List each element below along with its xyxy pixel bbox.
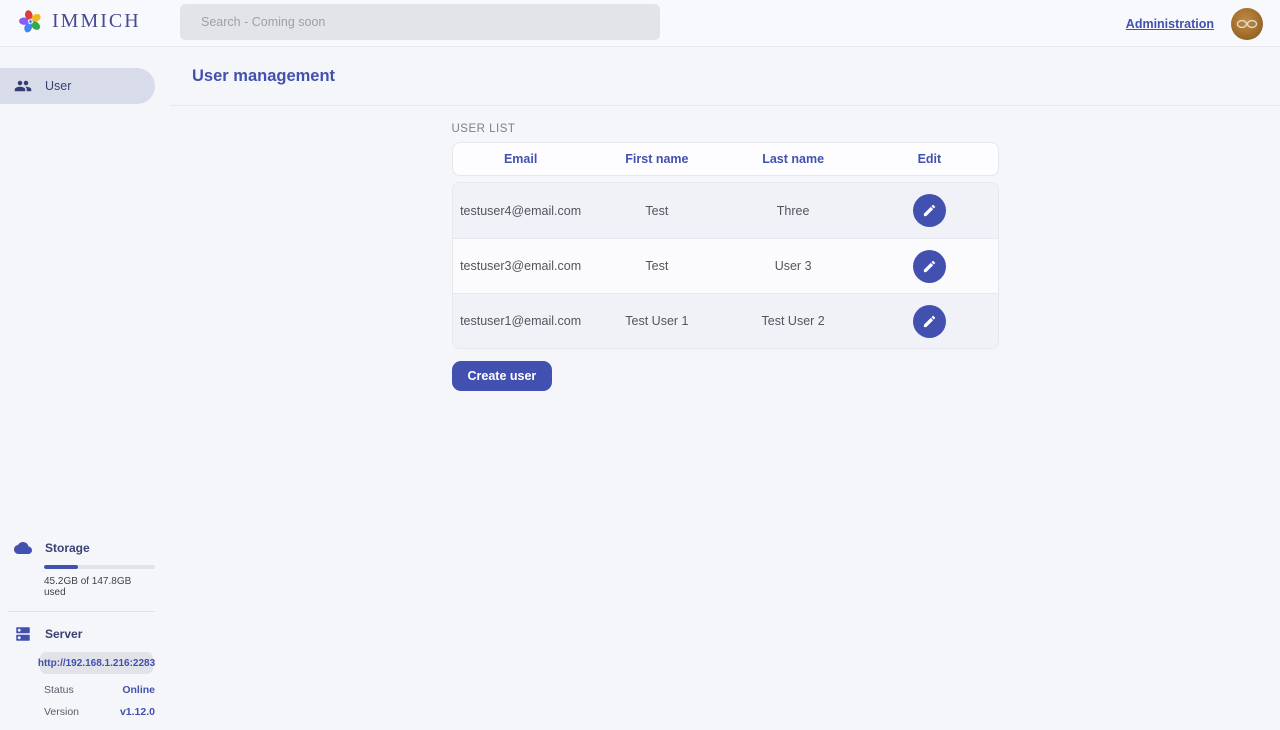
column-header-edit: Edit: [918, 152, 942, 166]
avatar[interactable]: [1231, 8, 1263, 40]
cell-first-name: Test: [645, 259, 668, 273]
column-header-last-name: Last name: [762, 152, 824, 166]
header-right: Administration: [1126, 0, 1263, 47]
storage-progress-bar: [44, 565, 155, 569]
user-table-body: testuser4@email.com Test Three testuser3@em…: [452, 182, 999, 349]
cell-email: testuser4@email.com: [460, 204, 581, 218]
storage-usage-text: 45.2GB of 147.8GB used: [44, 576, 155, 598]
search-input[interactable]: [180, 4, 660, 40]
cell-email: testuser3@email.com: [460, 259, 581, 273]
sidebar-status-panel: Storage 45.2GB of 147.8GB used Server ht…: [0, 539, 155, 718]
logo: IMMICH: [17, 8, 141, 35]
pencil-icon: [922, 203, 937, 218]
version-value: v1.12.0: [120, 706, 155, 718]
create-user-button[interactable]: Create user: [452, 361, 553, 391]
cell-email: testuser1@email.com: [460, 314, 581, 328]
table-row: testuser1@email.com Test User 1 Test User …: [453, 293, 998, 348]
cell-first-name: Test User 1: [625, 314, 688, 328]
administration-link[interactable]: Administration: [1126, 17, 1214, 31]
edit-user-button[interactable]: [913, 250, 946, 283]
cell-edit: [913, 194, 946, 227]
server-status-row: Status Online: [44, 684, 155, 696]
server-icon: [14, 625, 32, 643]
pencil-icon: [922, 314, 937, 329]
storage-section-header: Storage: [14, 539, 155, 557]
sidebar-item-user-label: User: [45, 79, 71, 93]
page-title: User management: [192, 67, 335, 86]
cell-first-name: Test: [645, 204, 668, 218]
version-label: Version: [44, 706, 79, 718]
app-header: IMMICH Administration: [0, 0, 1280, 47]
column-header-first-name: First name: [625, 152, 688, 166]
status-value: Online: [122, 684, 155, 696]
main-content: User management USER LIST Email First nam…: [170, 47, 1280, 730]
server-version-row: Version v1.12.0: [44, 706, 155, 718]
storage-progress-fill: [44, 565, 78, 569]
glasses-icon: [1235, 18, 1259, 30]
cell-last-name: Test User 2: [762, 314, 825, 328]
table-row: testuser4@email.com Test Three: [453, 183, 998, 238]
storage-title: Storage: [45, 541, 90, 555]
sidebar: User Storage 45.2GB of 147.8GB used Serv…: [0, 47, 170, 730]
sidebar-item-user[interactable]: User: [0, 68, 155, 104]
server-title: Server: [45, 627, 82, 641]
cell-edit: [913, 250, 946, 283]
cell-last-name: User 3: [775, 259, 812, 273]
edit-user-button[interactable]: [913, 305, 946, 338]
logo-wordmark: IMMICH: [52, 10, 141, 33]
immich-flower-icon: [17, 8, 44, 35]
table-row: testuser3@email.com Test User 3: [453, 238, 998, 293]
column-header-email: Email: [504, 152, 537, 166]
server-section-header: Server: [14, 625, 155, 643]
user-list-section-title: USER LIST: [452, 123, 999, 135]
user-table-header: Email First name Last name Edit: [452, 142, 999, 176]
status-label: Status: [44, 684, 74, 696]
cell-edit: [913, 305, 946, 338]
pencil-icon: [922, 259, 937, 274]
cell-last-name: Three: [777, 204, 810, 218]
server-url-badge[interactable]: http://192.168.1.216:2283: [40, 652, 153, 674]
sidebar-divider: [8, 611, 155, 612]
cloud-icon: [14, 539, 32, 557]
users-icon: [14, 77, 32, 95]
edit-user-button[interactable]: [913, 194, 946, 227]
main-header: User management: [170, 47, 1280, 106]
